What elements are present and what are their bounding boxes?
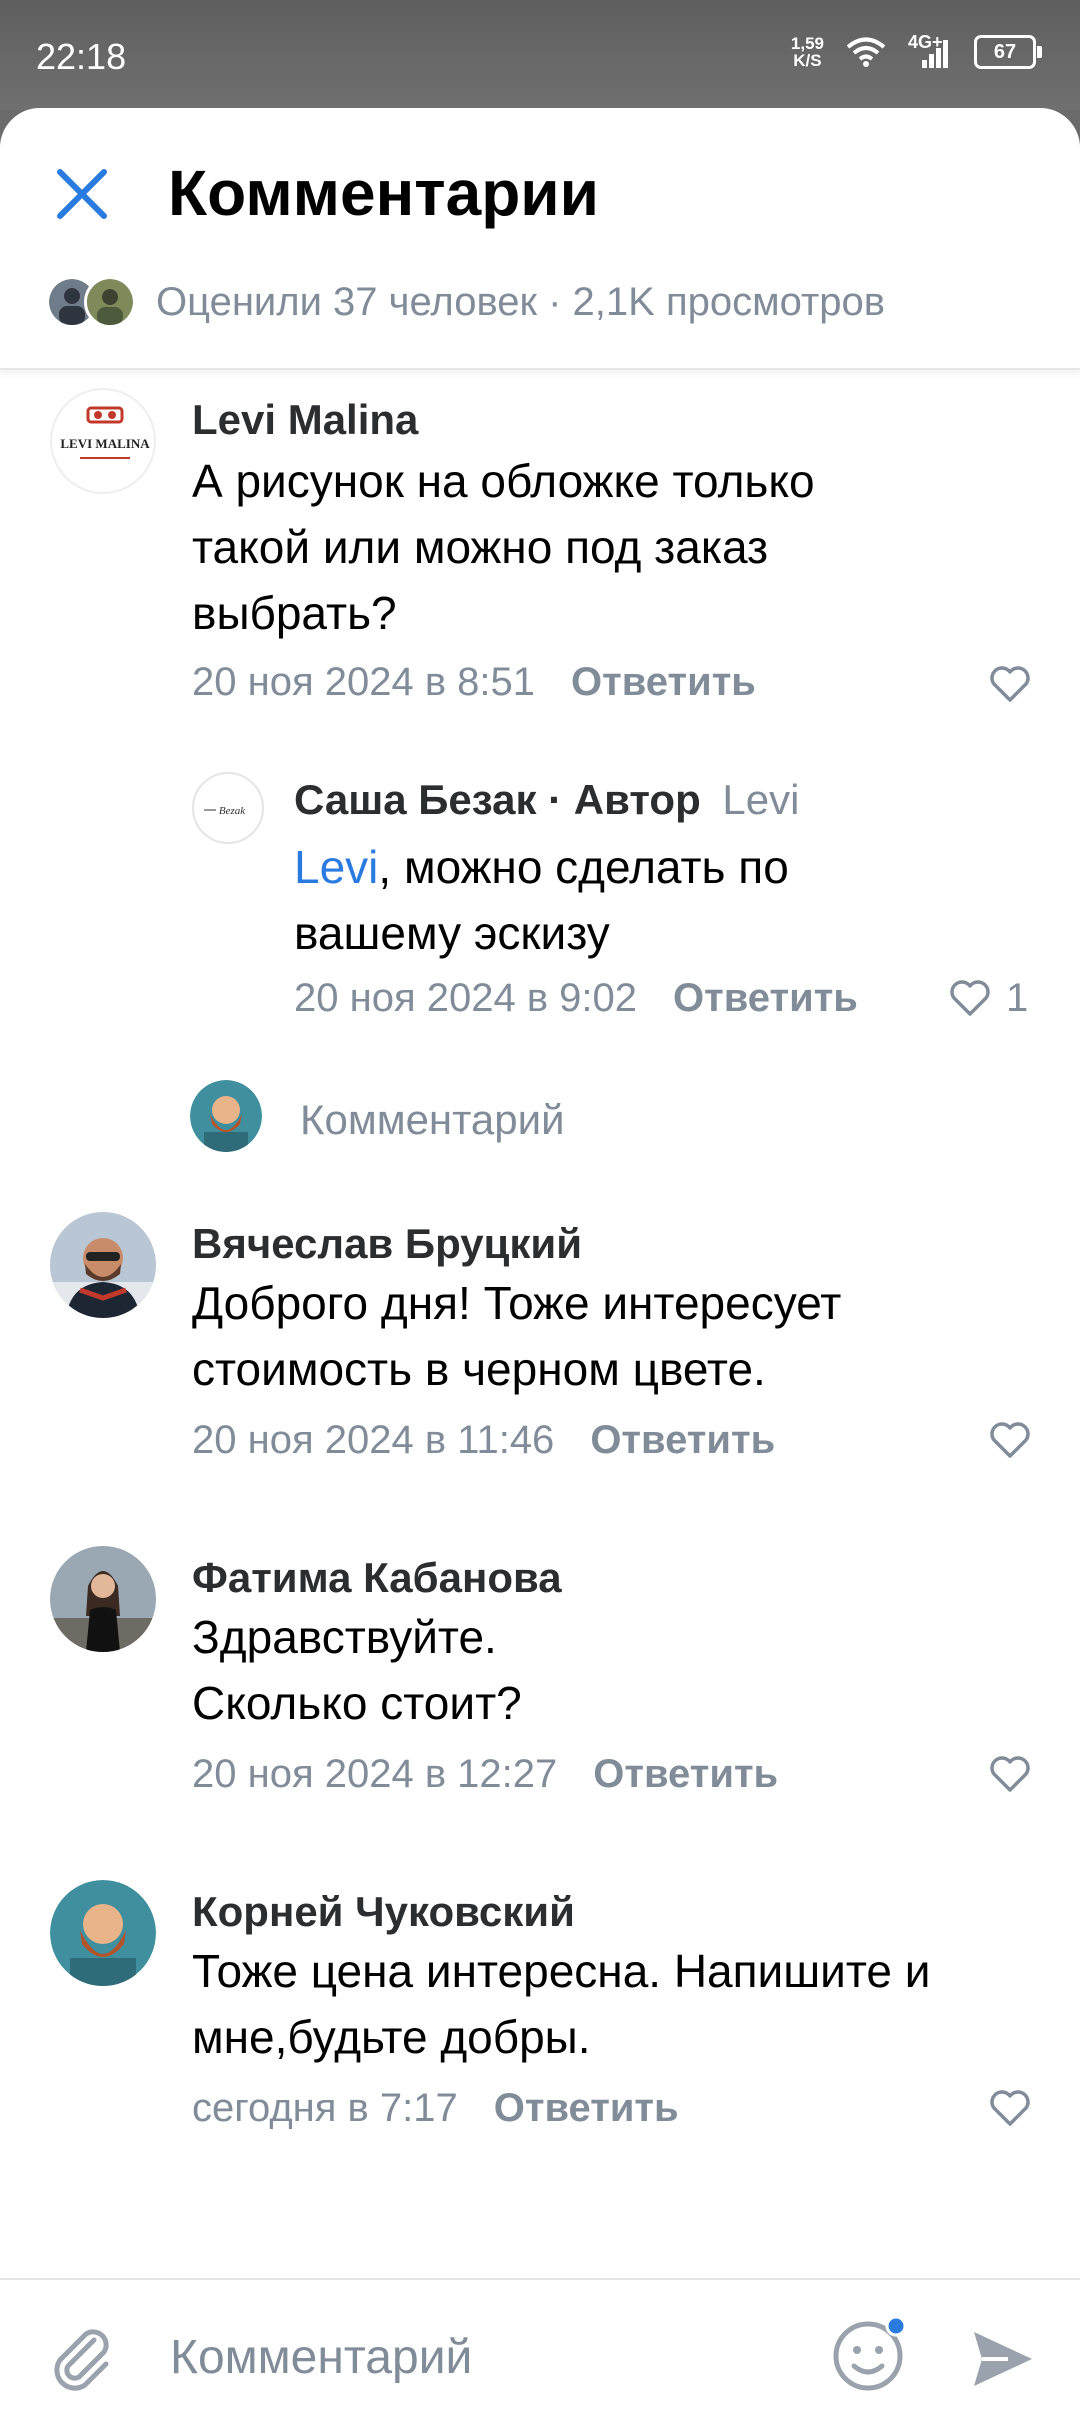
comment-author[interactable]: Фатима Кабанова: [192, 1554, 562, 1602]
like-heart-icon[interactable]: [988, 664, 1032, 704]
status-time: 22:18: [36, 36, 127, 77]
levi-malina-logo: LEVI MALINA: [60, 406, 150, 459]
comment-meta: 20 ноя 2024 в 12:27 Ответить: [192, 1752, 778, 1797]
thread-reply-input[interactable]: Комментарий: [300, 1096, 565, 1144]
status-bar: 22:18 1,59 K/S 4G+ 67: [0, 0, 1080, 110]
emoji-icon[interactable]: [830, 2314, 910, 2394]
comment-meta: 20 ноя 2024 в 8:51 Ответить: [192, 660, 756, 705]
comment-meta: 20 ноя 2024 в 9:02 Ответить: [294, 976, 858, 1021]
status-icons: 1,59 K/S 4G+ 67: [791, 32, 1042, 70]
comment-text: А рисунок на обложке только такой или мо…: [192, 455, 815, 639]
avatar[interactable]: Bezak: [192, 772, 264, 844]
comment-author[interactable]: Levi Malina: [192, 396, 418, 444]
avatar[interactable]: [50, 1546, 156, 1652]
like-count: 1: [1006, 976, 1029, 1020]
reply-button[interactable]: Ответить: [673, 976, 858, 1020]
comment-author[interactable]: Саша Безак · Автор Levi: [294, 776, 799, 824]
like-heart-icon[interactable]: [988, 2088, 1032, 2128]
avatar[interactable]: LEVI MALINA: [50, 388, 156, 494]
like-heart-icon[interactable]: [988, 1754, 1032, 1794]
reply-button[interactable]: Ответить: [590, 1418, 775, 1462]
send-icon[interactable]: [968, 2324, 1038, 2394]
woman-photo: [50, 1546, 156, 1652]
comment-text: Levi, можно сделать по вашему эскизу: [294, 841, 789, 959]
paperclip-icon[interactable]: [48, 2322, 118, 2396]
avatar[interactable]: [50, 1880, 156, 1986]
like-heart-icon[interactable]: [948, 978, 992, 1018]
system-nav-bar: [0, 2394, 1080, 2436]
man-sunglasses-photo: [50, 1212, 156, 1318]
signal-icon: [922, 40, 948, 68]
comment-meta: 20 ноя 2024 в 11:46 Ответить: [192, 1418, 775, 1463]
bearded-man-avatar: [190, 1080, 262, 1152]
comment-date: сегодня в 7:17: [192, 2086, 458, 2130]
comment-date: 20 ноя 2024 в 12:27: [192, 1752, 558, 1796]
comment-meta: сегодня в 7:17 Ответить: [192, 2086, 679, 2131]
reply-button[interactable]: Ответить: [571, 660, 756, 704]
network-speed-value: 1,59: [790, 34, 824, 53]
reply-button[interactable]: Ответить: [593, 1752, 778, 1796]
comment-date: 20 ноя 2024 в 8:51: [192, 660, 536, 704]
comment-text: Тоже цена интересна. Напишите и мне,будь…: [192, 1945, 931, 2063]
likes-views-text: Оценили 37 человек · 2,1K просмотров: [156, 279, 886, 324]
comment-date: 20 ноя 2024 в 9:02: [294, 976, 638, 1020]
avatar-logo-text: LEVI MALINA: [60, 436, 150, 451]
avatar-logo-text: Bezak: [219, 805, 246, 817]
comment-text: Здравствуйте. Сколько стоит?: [192, 1611, 522, 1729]
comment-author[interactable]: Вячеслав Бруцкий: [192, 1220, 582, 1268]
sheet-header: Комментарии Оценили 37 человек · 2,1K пр…: [0, 108, 1080, 370]
comment-author[interactable]: Корней Чуковский: [192, 1888, 575, 1936]
mention-link[interactable]: Levi: [294, 841, 378, 893]
bezak-logo: Bezak: [204, 805, 246, 817]
wifi-icon: [846, 37, 886, 67]
battery-icon: 67: [974, 35, 1042, 69]
reply-to-name[interactable]: Levi: [722, 776, 799, 823]
liker-avatar-2: [84, 276, 136, 328]
likes-summary[interactable]: Оценили 37 человек · 2,1K просмотров: [46, 276, 885, 328]
comments-sheet: Комментарии Оценили 37 человек · 2,1K пр…: [0, 108, 1080, 2436]
close-icon[interactable]: [52, 164, 112, 224]
avatar[interactable]: [50, 1212, 156, 1318]
comment-input[interactable]: Комментарий: [170, 2330, 472, 2385]
like-heart-icon[interactable]: [988, 1420, 1032, 1460]
bearded-man-avatar: [50, 1880, 156, 1986]
network-speed-unit: K/S: [793, 51, 822, 70]
comment-date: 20 ноя 2024 в 11:46: [192, 1418, 555, 1462]
user-avatar: [190, 1080, 262, 1152]
page-title: Комментарии: [168, 157, 599, 229]
cellular-signal: 4G+: [908, 32, 952, 70]
comment-text: Доброго дня! Тоже интересует стоимость в…: [192, 1277, 842, 1395]
reply-button[interactable]: Ответить: [494, 2086, 679, 2130]
network-speed: 1,59 K/S: [791, 35, 824, 69]
